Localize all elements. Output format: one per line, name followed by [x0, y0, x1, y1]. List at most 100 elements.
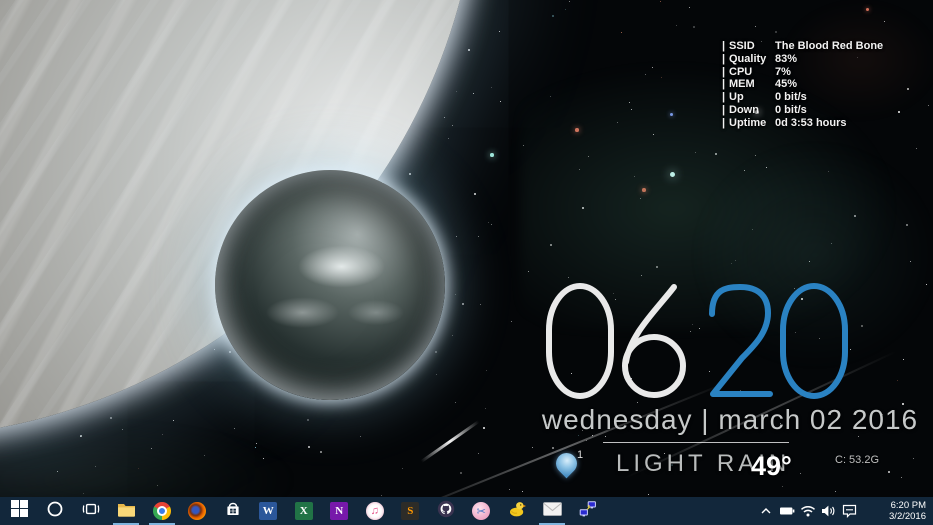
system-info-widget: | SSID The Blood Red Bone | Quality 83% | CPU 7%…: [722, 40, 883, 130]
scissors-icon: ✂: [472, 502, 491, 520]
taskbar-remote-desktop[interactable]: [570, 497, 606, 525]
tray-time: 6:20 PM: [890, 499, 926, 511]
sysinfo-pipe: |: [722, 65, 726, 78]
star: [409, 173, 411, 175]
desktop[interactable]: | SSID The Blood Red Bone | Quality 83% | CPU 7%…: [0, 0, 933, 525]
star: [621, 32, 622, 33]
star: [660, 1, 661, 2]
sysinfo-value: 45%: [775, 78, 798, 91]
tray-clock[interactable]: 6:20 PM 3/2/2016: [866, 500, 926, 523]
taskbar-task-view[interactable]: [73, 497, 109, 525]
clock-hour-digit: [543, 282, 617, 400]
weather-temperature: 49°: [751, 451, 792, 481]
star: [888, 471, 890, 473]
star: [402, 468, 403, 469]
sysinfo-pipe: |: [722, 91, 726, 104]
taskbar-cortana[interactable]: [38, 497, 74, 525]
star: [480, 304, 481, 305]
disk-usage: C: 53.2G: [835, 454, 880, 466]
taskbar-file-explorer[interactable]: [109, 497, 145, 525]
star: [455, 294, 456, 295]
taskbar-cyberduck[interactable]: [499, 497, 535, 525]
sysinfo-value: 7%: [775, 65, 791, 78]
taskbar-firefox[interactable]: [180, 497, 216, 525]
taskbar-itunes[interactable]: ♫: [357, 497, 393, 525]
sysinfo-pipe: |: [722, 103, 726, 116]
star: [435, 351, 437, 353]
star: [648, 494, 649, 495]
divider-line: [603, 442, 789, 443]
star: [462, 303, 464, 305]
sysinfo-label: MEM: [729, 78, 755, 91]
sysinfo-pipe: |: [722, 116, 726, 129]
taskbar: W X N ♫ S ✂ 6:20 PM 3/2/2016: [0, 497, 933, 525]
folder-icon: [117, 501, 136, 522]
star: [565, 9, 566, 10]
store-bag-icon: [224, 500, 242, 523]
sysinfo-value: 0 bit/s: [775, 103, 807, 116]
star: [552, 15, 554, 17]
cortana-circle-icon: [46, 500, 64, 523]
star: [456, 236, 457, 237]
wallpaper-small-planet: [215, 170, 445, 400]
sysinfo-value: 0 bit/s: [775, 91, 807, 104]
firefox-icon: [188, 502, 207, 520]
action-center-icon[interactable]: [839, 497, 860, 525]
star: [473, 93, 474, 94]
star: [110, 417, 112, 419]
taskbar-github[interactable]: [428, 497, 464, 525]
system-tray: 6:20 PM 3/2/2016: [755, 497, 933, 525]
star: [552, 447, 554, 449]
volume-icon[interactable]: [818, 497, 839, 525]
chevron-up-icon[interactable]: [755, 497, 776, 525]
star: [637, 402, 638, 403]
star: [800, 473, 801, 474]
star: [755, 26, 756, 27]
star: [511, 321, 512, 322]
star: [360, 436, 361, 437]
star: [474, 193, 476, 195]
sysinfo-value: 83%: [775, 52, 798, 65]
itunes-icon: ♫: [365, 502, 384, 520]
location-count: 1: [577, 449, 584, 461]
star: [901, 477, 902, 478]
star: [460, 472, 462, 474]
taskbar-chrome[interactable]: [144, 497, 180, 525]
wifi-icon[interactable]: [797, 497, 818, 525]
sysinfo-row: | MEM 45%: [722, 78, 883, 91]
star: [491, 87, 492, 88]
taskbar-mail[interactable]: [535, 497, 571, 525]
taskbar-onenote[interactable]: N: [322, 497, 358, 525]
star: [452, 335, 453, 336]
star: [455, 402, 456, 403]
taskbar-sublime-text[interactable]: S: [393, 497, 429, 525]
star: [478, 236, 479, 237]
taskbar-snipping-tool[interactable]: ✂: [464, 497, 500, 525]
sysinfo-pipe: |: [722, 40, 726, 52]
taskbar-excel[interactable]: X: [286, 497, 322, 525]
star: [569, 1, 570, 2]
sysinfo-row: | Down 0 bit/s: [722, 104, 883, 117]
star: [693, 26, 695, 28]
task-view-icon: [82, 500, 100, 523]
sysinfo-row: | Uptime 0d 3:53 hours: [722, 117, 883, 130]
battery-icon[interactable]: [776, 497, 797, 525]
star: [532, 447, 533, 448]
clock-widget: [543, 282, 851, 400]
remote-computers-icon: [579, 500, 597, 523]
taskbar-store[interactable]: [215, 497, 251, 525]
star: [381, 495, 382, 496]
taskbar-start[interactable]: [2, 497, 38, 525]
star: [499, 31, 500, 32]
sysinfo-label: Down: [729, 103, 759, 116]
sysinfo-label: Quality: [729, 52, 767, 65]
star: [676, 25, 677, 26]
sysinfo-label: SSID: [729, 40, 755, 52]
sysinfo-pipe: |: [722, 78, 726, 91]
star: [478, 453, 479, 454]
taskbar-word[interactable]: W: [251, 497, 287, 525]
star: [605, 436, 606, 437]
onenote-icon: N: [330, 502, 349, 520]
star: [689, 7, 690, 8]
github-icon: [437, 500, 455, 523]
